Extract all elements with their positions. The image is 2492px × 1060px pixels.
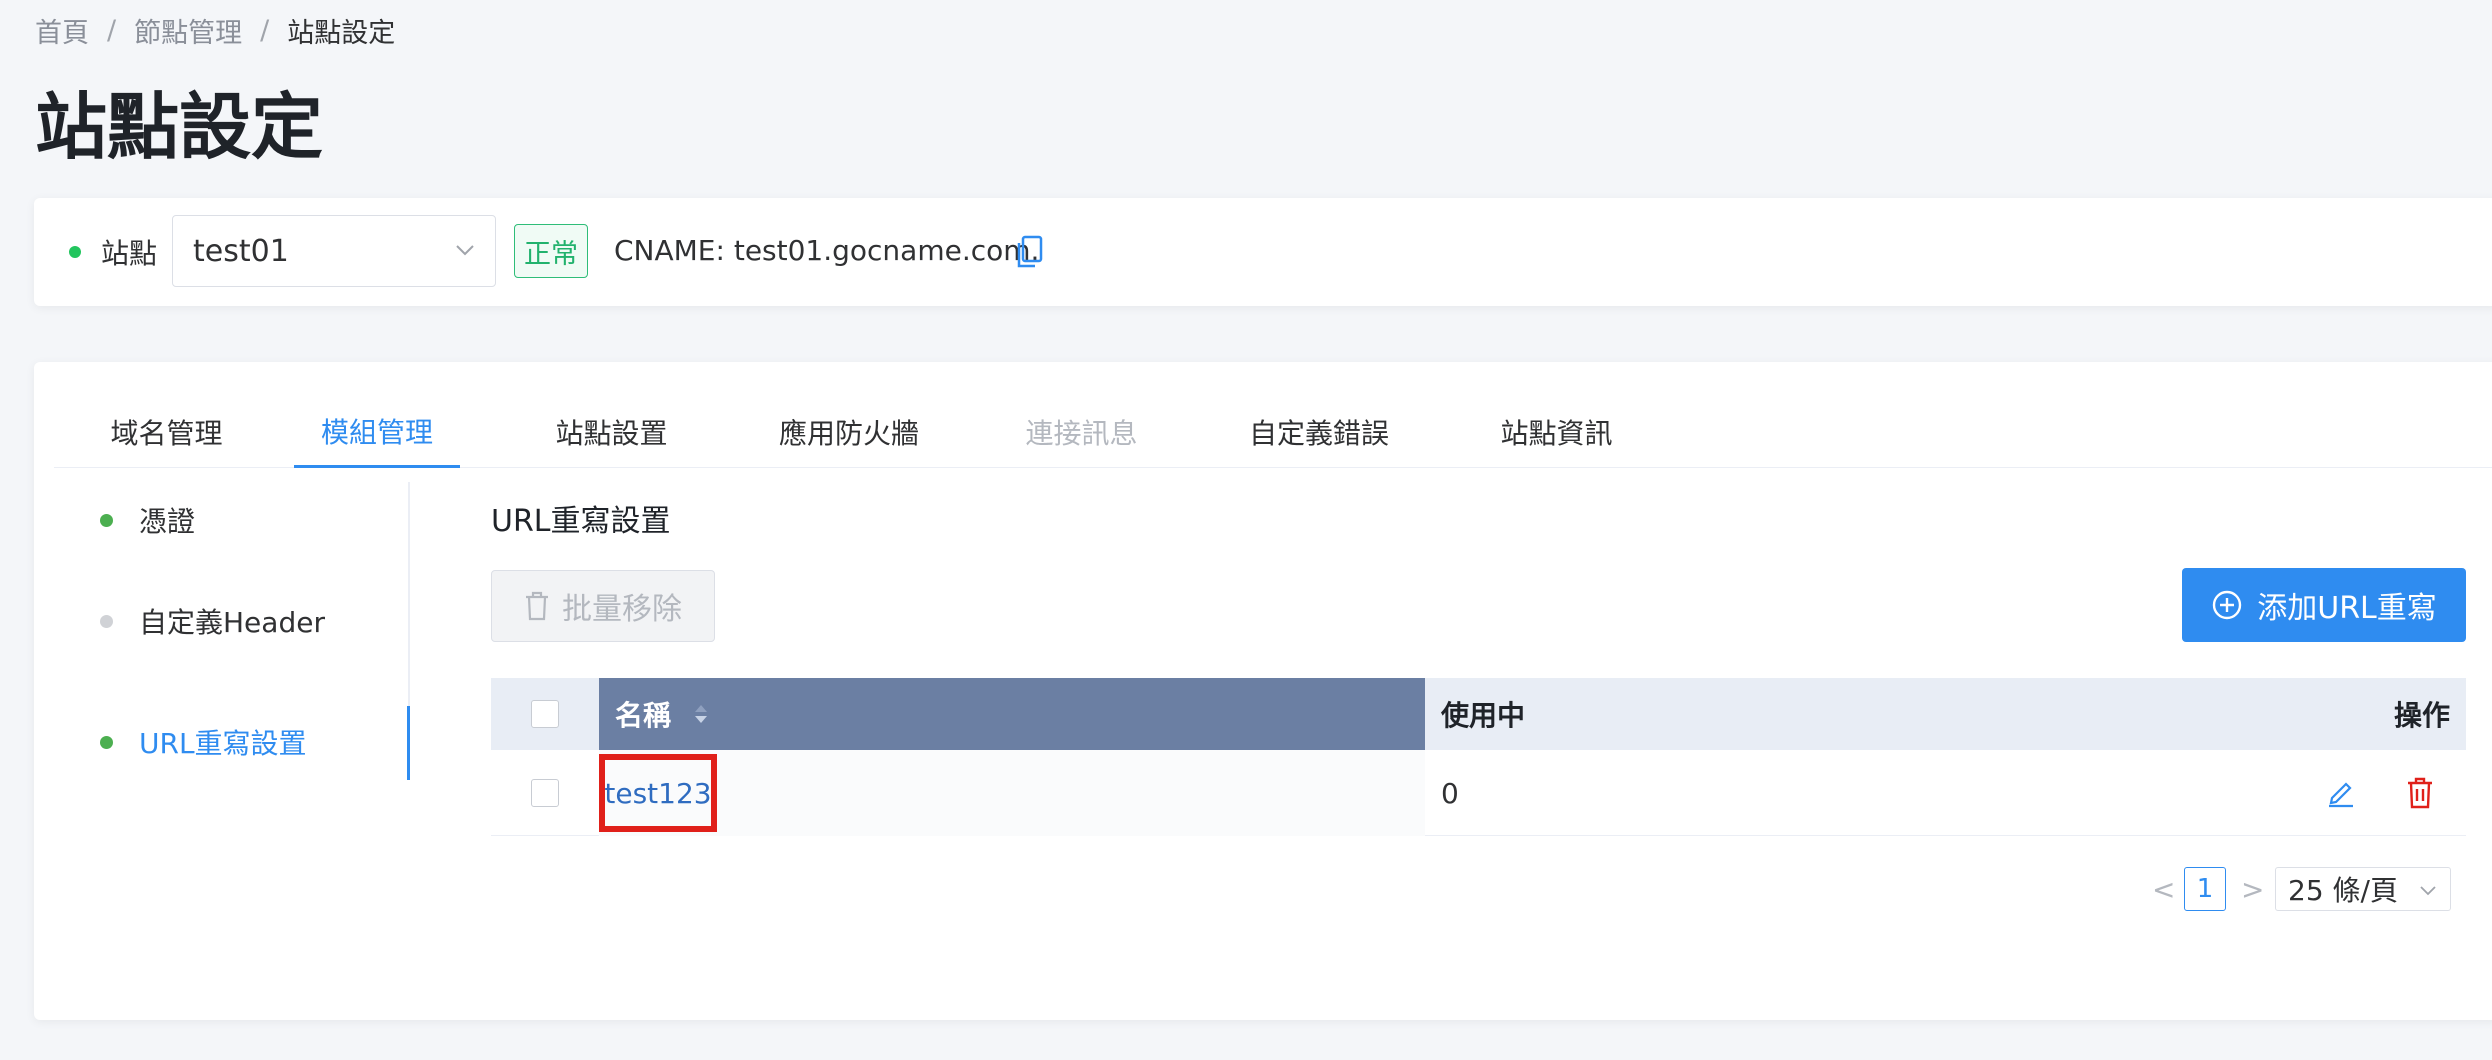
tab-custom-errors[interactable]: 自定義錯誤	[1239, 396, 1399, 468]
trash-icon	[526, 591, 548, 621]
copy-button[interactable]	[1004, 226, 1056, 278]
column-header-name[interactable]: 名稱	[599, 678, 1425, 750]
column-header-name-label: 名稱	[615, 699, 672, 732]
subnav-item-certificate[interactable]: 憑證	[100, 500, 195, 540]
bulk-remove-label: 批量移除	[562, 592, 682, 627]
edit-button[interactable]	[2326, 750, 2356, 836]
subnav-item-label: 自定義Header	[139, 606, 325, 639]
site-label: 站點	[69, 232, 157, 272]
next-page-button[interactable]: >	[2241, 867, 2264, 911]
site-label-text: 站點	[101, 237, 158, 270]
add-button-label: 添加URL重寫	[2257, 591, 2437, 626]
row-select-cell	[531, 750, 559, 836]
delete-button[interactable]	[2406, 750, 2434, 836]
page-size-value: 25 條/頁	[2288, 874, 2398, 907]
select-all-checkbox[interactable]	[531, 700, 559, 728]
rule-name-link[interactable]: test123	[599, 754, 717, 832]
section-title: URL重寫設置	[491, 504, 671, 539]
page-title: 站點設定	[35, 85, 324, 169]
chevron-down-icon	[456, 245, 474, 256]
bulk-remove-button[interactable]: 批量移除	[491, 570, 715, 642]
name-cell-bg	[599, 750, 1425, 836]
page-number-current[interactable]: 1	[2184, 867, 2226, 911]
breadcrumb-separator: /	[107, 14, 117, 46]
module-subnav: 憑證 自定義Header URL重寫設置	[34, 482, 410, 780]
url-rewrite-table: 名稱 使用中 操作 test123 0	[491, 678, 2466, 836]
tab-bar: 域名管理 模組管理 站點設置 應用防火牆 連接訊息 自定義錯誤 站點資訊	[54, 396, 2492, 468]
breadcrumb-current: 站點設定	[287, 17, 396, 49]
status-dot	[100, 513, 113, 527]
subnav-item-custom-header[interactable]: 自定義Header	[100, 601, 325, 641]
prev-page-button[interactable]: <	[2152, 867, 2175, 911]
breadcrumb: 首頁 / 節點管理 / 站點設定	[35, 10, 395, 50]
breadcrumb-home[interactable]: 首頁	[35, 11, 89, 50]
subnav-item-label: 憑證	[139, 505, 196, 538]
page-size-select[interactable]: 25 條/頁	[2275, 867, 2451, 911]
breadcrumb-separator: /	[260, 14, 270, 46]
tab-connection-info[interactable]: 連接訊息	[1014, 396, 1149, 468]
site-bar: 站點 test01 正常 CNAME: test01.gocname.com.	[34, 198, 2492, 306]
status-dot	[100, 735, 113, 749]
table-header: 名稱 使用中 操作	[491, 678, 2466, 750]
table-row: test123 0	[491, 750, 2466, 836]
in-use-value: 0	[1441, 776, 1459, 810]
site-select[interactable]: test01	[172, 215, 496, 287]
copy-icon	[1017, 235, 1043, 268]
tab-site-settings[interactable]: 站點設置	[544, 396, 679, 468]
subnav-item-url-rewrite[interactable]: URL重寫設置	[100, 722, 307, 762]
status-badge: 正常	[514, 224, 588, 278]
cname-text: CNAME: test01.gocname.com.	[614, 234, 1040, 267]
column-header-in-use: 使用中	[1441, 699, 1526, 732]
column-header-actions: 操作	[2393, 699, 2450, 732]
row-checkbox[interactable]	[531, 779, 559, 807]
select-all-cell	[531, 678, 571, 750]
add-url-rewrite-button[interactable]: 添加URL重寫	[2182, 568, 2466, 642]
edit-icon	[2329, 782, 2353, 808]
sort-icon	[695, 705, 708, 723]
module-card: 域名管理 模組管理 站點設置 應用防火牆 連接訊息 自定義錯誤 站點資訊 憑證 …	[34, 362, 2492, 1020]
tab-module-management[interactable]: 模組管理	[294, 396, 460, 468]
tab-web-firewall[interactable]: 應用防火牆	[769, 396, 929, 468]
breadcrumb-node-mgmt[interactable]: 節點管理	[134, 11, 242, 50]
tab-site-info[interactable]: 站點資訊	[1489, 396, 1624, 468]
subnav-active-indicator	[407, 706, 410, 780]
tab-domain-management[interactable]: 域名管理	[99, 396, 234, 468]
site-select-value: test01	[193, 233, 289, 269]
plus-circle-icon	[2213, 590, 2242, 620]
status-dot	[100, 614, 113, 628]
site-status-dot	[69, 246, 81, 258]
chevron-down-icon	[2420, 886, 2436, 896]
subnav-item-label: URL重寫設置	[139, 727, 307, 760]
trash-icon	[2408, 777, 2432, 809]
